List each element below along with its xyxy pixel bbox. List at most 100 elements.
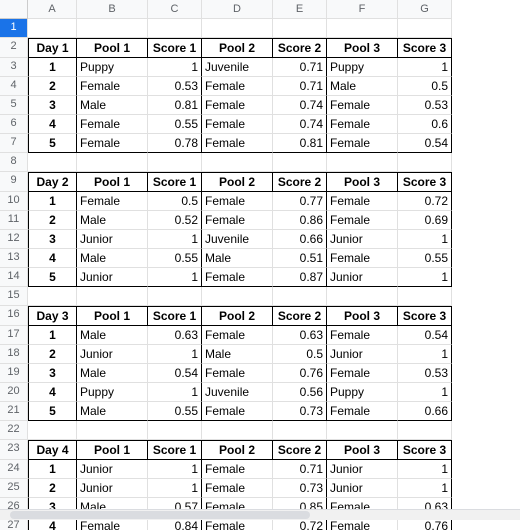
cell[interactable]: 0.74	[273, 96, 327, 115]
cell[interactable]: Day 3	[28, 306, 77, 326]
cell[interactable]	[273, 153, 327, 172]
cell[interactable]	[327, 421, 398, 440]
cell[interactable]: Pool 1	[77, 306, 148, 326]
cell[interactable]: Junior	[77, 345, 148, 364]
cell[interactable]	[148, 153, 202, 172]
column-header-b[interactable]: B	[77, 0, 148, 19]
cell[interactable]: 0.54	[398, 134, 452, 153]
cell[interactable]: Pool 2	[202, 306, 273, 326]
cell[interactable]: 3	[28, 96, 77, 115]
cell[interactable]: Pool 2	[202, 172, 273, 192]
cell[interactable]	[77, 153, 148, 172]
cell[interactable]: Female	[202, 479, 273, 498]
cell[interactable]: Pool 1	[77, 38, 148, 58]
cell[interactable]	[28, 153, 77, 172]
cell[interactable]: 1	[148, 383, 202, 402]
cell[interactable]: Junior	[327, 460, 398, 479]
cell[interactable]	[202, 153, 273, 172]
cell[interactable]	[148, 19, 202, 38]
cell[interactable]: Junior	[327, 345, 398, 364]
cell[interactable]: Female	[77, 115, 148, 134]
cell[interactable]: Score 2	[273, 38, 327, 58]
cell[interactable]: 0.78	[148, 134, 202, 153]
cell[interactable]	[327, 287, 398, 306]
row-header[interactable]: 8	[0, 153, 28, 172]
cell[interactable]: 0.55	[398, 249, 452, 268]
cell[interactable]: Female	[202, 134, 273, 153]
cell[interactable]: Junior	[77, 479, 148, 498]
scrollbar-thumb[interactable]	[10, 511, 310, 519]
cell[interactable]: Score 1	[148, 306, 202, 326]
cell[interactable]: 0.81	[273, 134, 327, 153]
cell[interactable]: 1	[148, 345, 202, 364]
row-header[interactable]: 24	[0, 460, 28, 479]
cell[interactable]: 0.55	[148, 115, 202, 134]
cell[interactable]: Female	[77, 192, 148, 211]
cell[interactable]: 0.54	[148, 364, 202, 383]
cell[interactable]: 3	[28, 230, 77, 249]
cell[interactable]: Junior	[77, 268, 148, 287]
cell[interactable]: Pool 3	[327, 306, 398, 326]
cell[interactable]	[77, 287, 148, 306]
cell[interactable]: Female	[327, 364, 398, 383]
cell[interactable]: 1	[28, 58, 77, 77]
cell[interactable]	[202, 19, 273, 38]
cell[interactable]: 0.52	[148, 211, 202, 230]
row-header[interactable]: 20	[0, 383, 28, 402]
row-header[interactable]: 16	[0, 306, 28, 326]
cell[interactable]: Female	[202, 364, 273, 383]
cell[interactable]	[148, 287, 202, 306]
cell[interactable]: 2	[28, 345, 77, 364]
cell[interactable]: 0.56	[273, 383, 327, 402]
cell[interactable]: 2	[28, 211, 77, 230]
cell[interactable]: 1	[148, 230, 202, 249]
cell[interactable]: Pool 2	[202, 38, 273, 58]
row-header[interactable]: 13	[0, 249, 28, 268]
cell[interactable]: 1	[148, 460, 202, 479]
cell[interactable]: Pool 3	[327, 440, 398, 460]
cell[interactable]: 0.6	[398, 115, 452, 134]
cell[interactable]: Score 2	[273, 306, 327, 326]
cell[interactable]: 1	[398, 479, 452, 498]
cell[interactable]	[398, 19, 452, 38]
cell[interactable]	[28, 421, 77, 440]
cell[interactable]: 1	[28, 326, 77, 345]
cell[interactable]	[398, 153, 452, 172]
column-header-e[interactable]: E	[273, 0, 327, 19]
cell[interactable]: 4	[28, 115, 77, 134]
row-header[interactable]: 12	[0, 230, 28, 249]
cell[interactable]: 0.71	[273, 58, 327, 77]
row-header[interactable]: 1	[0, 19, 28, 38]
cell[interactable]: 5	[28, 402, 77, 421]
cell[interactable]: Female	[202, 268, 273, 287]
row-header[interactable]: 25	[0, 479, 28, 498]
row-header[interactable]: 7	[0, 134, 28, 153]
cell[interactable]: Male	[77, 364, 148, 383]
cell[interactable]: 0.69	[398, 211, 452, 230]
cell[interactable]: Juvenile	[202, 383, 273, 402]
cell[interactable]: Female	[327, 134, 398, 153]
cell[interactable]	[398, 287, 452, 306]
row-header[interactable]: 19	[0, 364, 28, 383]
cell[interactable]: Pool 1	[77, 172, 148, 192]
cell[interactable]: 0.73	[273, 479, 327, 498]
cell[interactable]: Score 3	[398, 172, 452, 192]
cell[interactable]: Junior	[77, 230, 148, 249]
cell[interactable]	[28, 19, 77, 38]
cell[interactable]: Female	[202, 192, 273, 211]
cell[interactable]: Female	[202, 211, 273, 230]
cell[interactable]: Score 3	[398, 440, 452, 460]
cell[interactable]: 4	[28, 249, 77, 268]
cell[interactable]: Day 1	[28, 38, 77, 58]
cell[interactable]: 1	[398, 230, 452, 249]
cell[interactable]: Puppy	[327, 383, 398, 402]
cell[interactable]	[202, 287, 273, 306]
cell[interactable]: Junior	[77, 460, 148, 479]
row-header[interactable]: 15	[0, 287, 28, 306]
horizontal-scrollbar[interactable]	[0, 509, 520, 520]
cell[interactable]	[202, 421, 273, 440]
cell[interactable]: Score 3	[398, 306, 452, 326]
cell[interactable]: 0.63	[273, 326, 327, 345]
cell[interactable]: Male	[77, 96, 148, 115]
cell[interactable]: Female	[202, 77, 273, 96]
